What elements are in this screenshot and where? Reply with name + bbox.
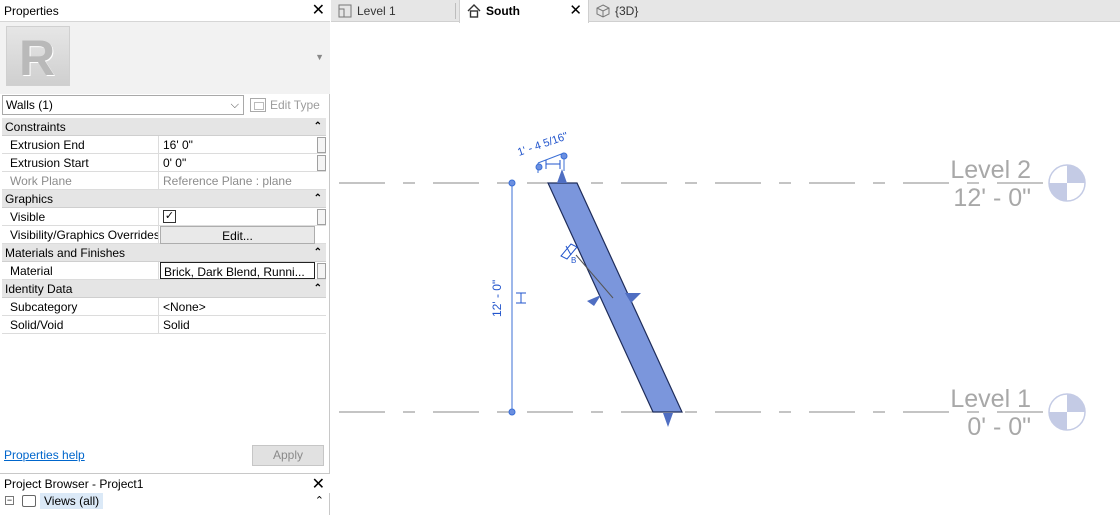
property-label: Visibility/Graphics Overrides: [2, 226, 159, 244]
row-extrusion-start[interactable]: Extrusion Start 0' 0": [2, 154, 326, 172]
properties-grid: Constraints ⌃ Extrusion End 16' 0" Extru…: [2, 118, 326, 334]
tab-level-1[interactable]: Level 1: [331, 0, 455, 22]
properties-title-bar: Properties ✕: [0, 0, 330, 22]
collapse-icon[interactable]: ⌃: [314, 190, 322, 208]
floor-plan-icon: [338, 4, 352, 18]
group-constraints[interactable]: Constraints ⌃: [2, 118, 326, 136]
elevation-view[interactable]: Level 2 12' - 0" Level 1 0' - 0" 12' - 0…: [331, 23, 1120, 515]
revit-logo-icon: R: [6, 26, 70, 86]
row-material[interactable]: Material Brick, Dark Blend, Runni...: [2, 262, 326, 280]
dimension-drag-icon: [516, 292, 526, 304]
property-label: Extrusion Start: [2, 154, 159, 172]
shape-handle-left[interactable]: [587, 295, 601, 306]
row-scroll-handle[interactable]: [317, 137, 326, 153]
extrusion-start-input[interactable]: 0' 0": [160, 154, 315, 172]
close-icon[interactable]: ✕: [569, 0, 582, 22]
group-materials-and-finishes[interactable]: Materials and Finishes ⌃: [2, 244, 326, 262]
tab-separator: [455, 3, 456, 19]
level-1-name[interactable]: Level 1: [950, 385, 1031, 413]
row-visibility-overrides[interactable]: Visibility/Graphics Overrides Edit...: [2, 226, 326, 244]
property-label: Solid/Void: [2, 316, 159, 334]
row-scroll-handle[interactable]: [317, 263, 326, 279]
property-label: Subcategory: [2, 298, 159, 316]
elevation-icon: [467, 4, 481, 18]
edit-overrides-button[interactable]: Edit...: [160, 226, 315, 244]
slanted-wall-element[interactable]: [547, 182, 683, 413]
shape-handle-top[interactable]: [557, 169, 567, 183]
group-label: Constraints: [5, 120, 66, 134]
row-visible[interactable]: Visible ✓: [2, 208, 326, 226]
visible-value: ✓: [160, 208, 315, 226]
apply-button[interactable]: Apply: [252, 445, 324, 466]
group-label: Materials and Finishes: [5, 246, 126, 260]
edit-type-label: Edit Type: [270, 98, 320, 112]
group-label: Identity Data: [5, 282, 73, 296]
level-2-name[interactable]: Level 2: [950, 156, 1031, 184]
material-field[interactable]: Brick, Dark Blend, Runni...: [160, 262, 315, 279]
row-extrusion-end[interactable]: Extrusion End 16' 0": [2, 136, 326, 154]
properties-panel: Properties ✕ R ▼ Walls (1) ⌵ Edit Type C…: [0, 0, 330, 515]
view-tab-bar: Level 1 South ✕ {3D}: [331, 0, 1120, 23]
element-filter-value: Walls (1): [6, 98, 53, 112]
level-1-head-icon[interactable]: [1048, 393, 1086, 431]
3d-view-icon: [596, 4, 610, 18]
visible-checkbox[interactable]: ✓: [163, 210, 176, 224]
type-selector-preview[interactable]: R ▼: [0, 22, 330, 94]
tab-label: South: [486, 4, 520, 18]
properties-title: Properties: [4, 4, 59, 18]
close-icon[interactable]: ✕: [312, 2, 325, 20]
close-icon[interactable]: ✕: [312, 476, 325, 494]
property-label: Visible: [2, 208, 159, 226]
row-scroll-handle[interactable]: [317, 209, 326, 225]
collapse-icon[interactable]: ⌃: [314, 244, 322, 262]
level-2-elevation[interactable]: 12' - 0": [953, 184, 1031, 212]
work-plane-marker-icon[interactable]: B: [560, 243, 578, 265]
scroll-up-icon[interactable]: ⌃: [315, 493, 324, 509]
extrusion-end-input[interactable]: 16' 0": [160, 136, 315, 154]
collapse-icon[interactable]: ⌃: [314, 118, 322, 136]
tree-item-label[interactable]: Views (all): [40, 493, 104, 509]
level-2-head-icon[interactable]: [1048, 164, 1086, 202]
edit-type-icon: [250, 97, 266, 112]
dimension-drag-icon: [545, 160, 561, 169]
group-graphics[interactable]: Graphics ⌃: [2, 190, 326, 208]
row-solid-void[interactable]: Solid/Void Solid: [2, 316, 326, 334]
properties-help-link[interactable]: Properties help: [4, 448, 85, 462]
dimension-vertical-text[interactable]: 12' - 0": [490, 280, 504, 317]
svg-text:B: B: [571, 256, 576, 265]
edit-type-button[interactable]: Edit Type: [250, 95, 320, 115]
drawing-canvas[interactable]: Level 2 12' - 0" Level 1 0' - 0" 12' - 0…: [331, 23, 1120, 515]
row-scroll-handle[interactable]: [317, 155, 326, 171]
property-label: Work Plane: [2, 172, 159, 190]
row-work-plane: Work Plane Reference Plane : plane: [2, 172, 326, 190]
tree-item-views[interactable]: − Views (all) ⌃: [0, 493, 330, 511]
property-label: Extrusion End: [2, 136, 159, 154]
dimension-vertical[interactable]: 12' - 0": [490, 179, 526, 416]
project-browser-title-text: Project Browser - Project1: [4, 477, 144, 491]
row-subcategory[interactable]: Subcategory <None>: [2, 298, 326, 316]
tab-3d[interactable]: {3D}: [589, 0, 689, 22]
collapse-icon[interactable]: ⌃: [314, 280, 322, 298]
tab-label: Level 1: [357, 4, 396, 18]
tab-label: {3D}: [615, 4, 639, 18]
shape-handle-bottom[interactable]: [663, 413, 673, 427]
level-1-elevation[interactable]: 0' - 0": [967, 413, 1031, 441]
work-plane-value: Reference Plane : plane: [163, 174, 292, 188]
group-identity-data[interactable]: Identity Data ⌃: [2, 280, 326, 298]
subcategory-select[interactable]: <None>: [160, 298, 315, 316]
solid-void-select[interactable]: Solid: [160, 316, 315, 334]
element-filter-dropdown[interactable]: Walls (1) ⌵: [2, 95, 244, 115]
project-browser-title: Project Browser - Project1 ✕: [0, 473, 330, 493]
dimension-horizontal[interactable]: 1' - 4 5/16": [516, 130, 570, 173]
collapse-tree-icon[interactable]: −: [5, 496, 14, 505]
views-icon: [22, 495, 36, 507]
tab-south[interactable]: South ✕: [459, 0, 589, 23]
chevron-down-icon[interactable]: ▼: [315, 52, 324, 62]
group-label: Graphics: [5, 192, 54, 206]
property-label: Material: [2, 262, 159, 280]
chevron-down-icon: ⌵: [230, 99, 239, 111]
